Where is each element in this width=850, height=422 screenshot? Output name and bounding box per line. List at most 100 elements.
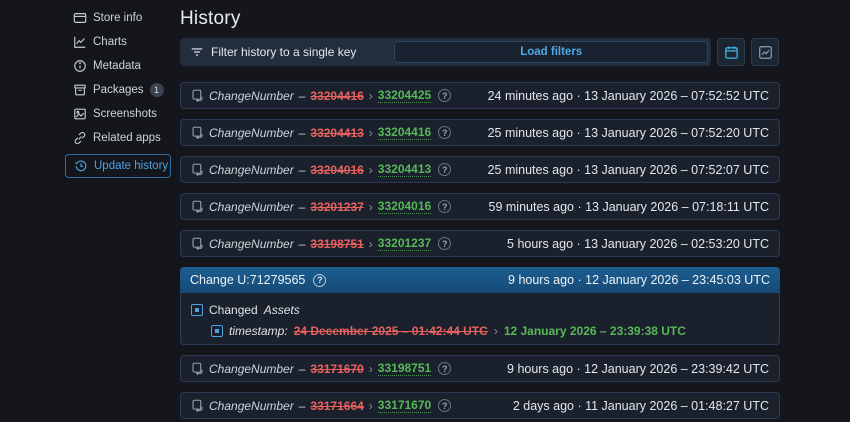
old-value: 33204016 (310, 162, 364, 177)
arrow-separator: › (368, 236, 373, 251)
change-timestamp: 25 minutes ago · 13 January 2026 – 07:52… (487, 162, 769, 177)
expanded-change-header[interactable]: Change U:71279565 ? 9 hours ago · 12 Jan… (180, 267, 780, 293)
new-value[interactable]: 33204413 (377, 162, 432, 177)
history-list: ChangeNumber – 33204416 › 33204425 ? 24 m… (180, 82, 780, 419)
dash-separator: – (298, 361, 306, 376)
filter-toolbar: Filter history to a single key Load filt… (180, 38, 780, 66)
new-value[interactable]: 33204425 (377, 88, 432, 103)
sidebar-item-metadata[interactable]: Metadata (65, 58, 171, 74)
arrow-separator: › (368, 162, 373, 177)
new-value[interactable]: 33198751 (377, 361, 432, 376)
sidebar-item-label: Related apps (93, 132, 161, 144)
old-value: 24 December 2025 – 01:42:44 UTC (293, 324, 488, 338)
sidebar-item-label: Metadata (93, 60, 141, 72)
change-summary: ChangeNumber – 33204416 › 33204425 ? (191, 88, 452, 103)
new-value: 12 January 2026 – 23:39:38 UTC (503, 324, 686, 338)
filter-icon (190, 45, 204, 59)
change-timestamp: 9 hours ago · 12 January 2026 – 23:39:42… (507, 361, 769, 376)
change-key: ChangeNumber (209, 125, 294, 140)
sidebar-item-charts[interactable]: Charts (65, 34, 171, 50)
arrow-separator: › (368, 88, 373, 103)
app-sidebar: Store info Charts Metadata Packages 1 Sc… (65, 10, 171, 186)
arrow-separator: › (368, 398, 373, 413)
info-circle-icon (73, 59, 87, 73)
history-row[interactable]: ChangeNumber – 33198751 › 33201237 ? 5 ho… (180, 230, 780, 257)
changed-label: Changed (209, 303, 258, 317)
changed-target: Assets (263, 303, 300, 317)
help-icon[interactable]: ? (438, 237, 452, 250)
history-row[interactable]: ChangeNumber – 33204413 › 33204416 ? 25 m… (180, 119, 780, 146)
changed-group-line: Changed Assets (191, 301, 769, 319)
change-summary: ChangeNumber – 33201237 › 33204016 ? (191, 199, 452, 214)
filter-group: Filter history to a single key Load filt… (180, 38, 711, 66)
help-icon[interactable]: ? (438, 399, 452, 412)
change-key: ChangeNumber (209, 199, 294, 214)
change-key: ChangeNumber (209, 162, 294, 177)
sidebar-item-screenshots[interactable]: Screenshots (65, 106, 171, 122)
sidebar-item-label: Charts (93, 36, 127, 48)
change-key: ChangeNumber (209, 398, 294, 413)
sidebar-item-packages[interactable]: Packages 1 (65, 82, 171, 98)
change-timestamp: 9 hours ago · 12 January 2026 – 23:45:03… (508, 273, 770, 287)
history-row[interactable]: ChangeNumber – 33171670 › 33198751 ? 9 ho… (180, 355, 780, 382)
old-value: 33204413 (310, 125, 364, 140)
new-value[interactable]: 33171670 (377, 398, 432, 413)
help-icon[interactable]: ? (313, 273, 327, 287)
diff-icon (192, 200, 203, 213)
change-summary: ChangeNumber – 33204413 › 33204416 ? (191, 125, 452, 140)
change-key: ChangeNumber (209, 88, 294, 103)
sidebar-item-update-history[interactable]: Update history (65, 154, 171, 178)
new-value[interactable]: 33204016 (377, 199, 432, 214)
sidebar-item-store-info[interactable]: Store info (65, 10, 171, 26)
link-icon (73, 131, 87, 145)
history-row[interactable]: ChangeNumber – 33171664 › 33171670 ? 2 da… (180, 392, 780, 419)
history-row[interactable]: ChangeNumber – 33201237 › 33204016 ? 59 m… (180, 193, 780, 220)
help-icon[interactable]: ? (438, 89, 452, 102)
change-timestamp: 5 hours ago · 13 January 2026 – 02:53:20… (507, 236, 769, 251)
sidebar-item-label: Packages (93, 84, 144, 96)
changed-field-line: timestamp: 24 December 2025 – 01:42:44 U… (211, 322, 769, 340)
diff-icon (192, 362, 203, 375)
old-value: 33171664 (310, 398, 364, 413)
old-value: 33204416 (310, 88, 364, 103)
expanded-change-title: Change U:71279565 (190, 273, 306, 287)
history-row[interactable]: ChangeNumber – 33204416 › 33204425 ? 24 m… (180, 82, 780, 109)
chart-icon (758, 45, 772, 59)
expanded-change-body: Changed Assets timestamp: 24 December 20… (180, 293, 780, 345)
line-chart-icon (73, 35, 87, 49)
collapse-toggle-icon[interactable] (191, 304, 203, 316)
arrow-separator: › (493, 324, 498, 338)
arrow-separator: › (368, 125, 373, 140)
help-icon[interactable]: ? (438, 163, 452, 176)
field-name: timestamp: (229, 324, 288, 338)
main-content: History Filter history to a single key L… (180, 0, 780, 419)
calendar-button[interactable] (717, 38, 745, 66)
chart-view-button[interactable] (751, 38, 779, 66)
change-key: ChangeNumber (209, 236, 294, 251)
image-icon (73, 107, 87, 121)
load-filters-button[interactable]: Load filters (394, 41, 708, 63)
collapse-toggle-icon[interactable] (211, 325, 223, 337)
new-value[interactable]: 33201237 (377, 236, 432, 251)
package-icon (73, 83, 87, 97)
diff-icon (192, 237, 203, 250)
old-value: 33201237 (310, 199, 364, 214)
help-icon[interactable]: ? (438, 126, 452, 139)
old-value: 33171670 (310, 361, 364, 376)
dash-separator: – (298, 88, 306, 103)
change-key: ChangeNumber (209, 361, 294, 376)
diff-icon (192, 89, 203, 102)
diff-icon (192, 399, 203, 412)
change-timestamp: 2 days ago · 11 January 2026 – 01:48:27 … (512, 398, 769, 413)
history-clock-icon (74, 159, 88, 173)
history-row[interactable]: ChangeNumber – 33204016 › 33204413 ? 25 m… (180, 156, 780, 183)
expanded-change: Change U:71279565 ? 9 hours ago · 12 Jan… (180, 267, 780, 345)
diff-icon (192, 163, 203, 176)
sidebar-item-related-apps[interactable]: Related apps (65, 130, 171, 146)
help-icon[interactable]: ? (438, 200, 452, 213)
change-summary: ChangeNumber – 33171664 › 33171670 ? (191, 398, 452, 413)
dash-separator: – (298, 236, 306, 251)
dash-separator: – (298, 125, 306, 140)
new-value[interactable]: 33204416 (377, 125, 432, 140)
help-icon[interactable]: ? (438, 362, 452, 375)
